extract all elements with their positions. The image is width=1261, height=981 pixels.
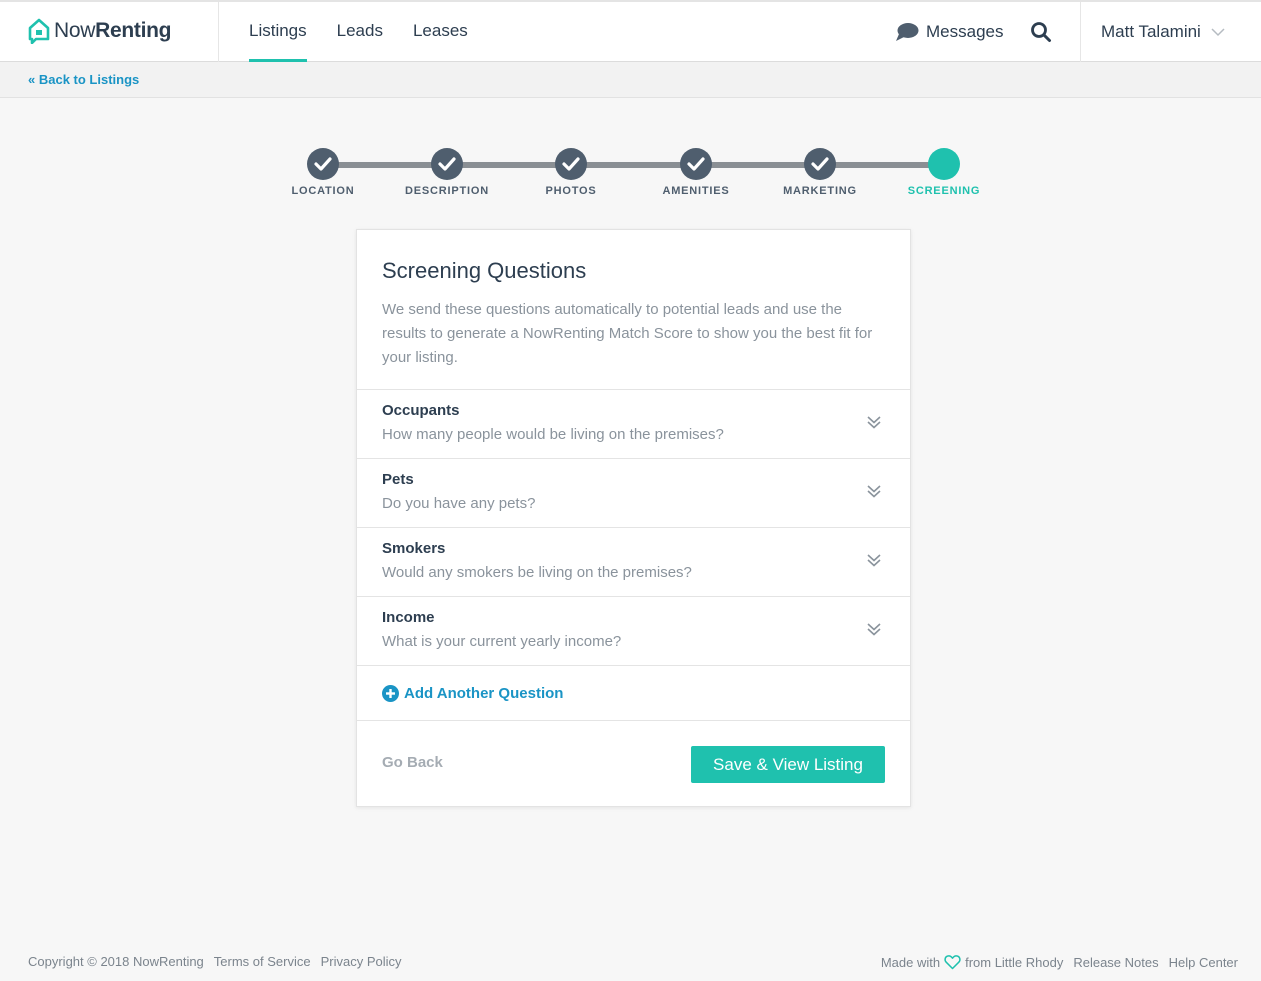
help-center-link[interactable]: Help Center <box>1169 955 1238 970</box>
question-title: Income <box>382 609 435 626</box>
nav-leads[interactable]: Leads <box>337 2 383 62</box>
question-title: Pets <box>382 471 414 488</box>
double-chevron-down-icon[interactable] <box>866 552 882 568</box>
footer-right: Made with from Little Rhody Release Note… <box>871 954 1238 970</box>
card-title: Screening Questions <box>382 258 587 283</box>
chat-bubble-icon <box>896 23 919 41</box>
card-description: We send these questions automatically to… <box>382 301 873 366</box>
question-text: What is your current yearly income? <box>382 633 622 650</box>
logo-icon <box>28 18 50 44</box>
double-chevron-down-icon[interactable] <box>866 621 882 637</box>
screening-card: Screening Questions We send these questi… <box>356 229 911 807</box>
question-text: How many people would be living on the p… <box>382 426 724 443</box>
step-photos[interactable]: PHOTOS <box>511 148 631 197</box>
step-label: LOCATION <box>291 185 355 197</box>
sub-bar: « Back to Listings <box>0 62 1261 98</box>
step-label: SCREENING <box>907 185 981 197</box>
brand-name: NowRenting <box>54 19 172 42</box>
footer-left: Copyright © 2018 NowRenting Terms of Ser… <box>28 954 412 969</box>
question-title: Occupants <box>382 402 460 419</box>
main-nav: Listings Leads Leases <box>249 2 498 62</box>
messages-label: Messages <box>926 22 1004 41</box>
add-question-label: Add Another Question <box>404 684 564 702</box>
top-header: NowRenting Listings Leads Leases Message… <box>0 0 1261 62</box>
terms-link[interactable]: Terms of Service <box>214 954 311 969</box>
question-row-occupants[interactable]: Occupants How many people would be livin… <box>357 390 910 459</box>
check-icon <box>314 157 332 171</box>
step-complete-marker <box>307 148 339 180</box>
step-label: DESCRIPTION <box>405 185 489 197</box>
chevron-down-icon <box>1211 27 1225 36</box>
copyright-text: Copyright © 2018 NowRenting <box>28 954 204 969</box>
user-name: Matt Talamini <box>1101 22 1201 41</box>
back-to-listings-link[interactable]: « Back to Listings <box>28 72 139 87</box>
double-chevron-down-icon[interactable] <box>866 483 882 499</box>
check-icon <box>438 157 456 171</box>
messages-button[interactable]: Messages <box>895 2 1003 62</box>
header-divider <box>218 2 219 62</box>
step-label: MARKETING <box>783 185 857 197</box>
save-view-listing-button[interactable]: Save & View Listing <box>691 746 885 783</box>
heart-icon <box>944 955 961 970</box>
step-complete-marker <box>555 148 587 180</box>
user-menu[interactable]: Matt Talamini <box>1101 2 1225 62</box>
step-complete-marker <box>431 148 463 180</box>
made-with-text: Made with from Little Rhody <box>871 954 1064 970</box>
double-chevron-down-icon[interactable] <box>866 414 882 430</box>
check-icon <box>687 157 705 171</box>
header-divider <box>1080 2 1081 62</box>
step-label: AMENITIES <box>662 185 730 197</box>
question-row-income[interactable]: Income What is your current yearly incom… <box>357 597 910 666</box>
progress-stepper: LOCATION DESCRIPTION PHOTOS AMENITIES MA… <box>0 148 1261 204</box>
brand-logo[interactable]: NowRenting <box>28 17 171 45</box>
check-icon <box>562 157 580 171</box>
step-marketing[interactable]: MARKETING <box>760 148 880 197</box>
card-footer: Go Back Save & View Listing <box>357 721 910 807</box>
made-with-label: Made with <box>880 954 941 970</box>
step-screening[interactable]: SCREENING <box>884 148 1004 197</box>
search-button[interactable] <box>1030 21 1052 43</box>
add-question-button[interactable]: Add Another Question <box>382 684 564 702</box>
privacy-link[interactable]: Privacy Policy <box>321 954 402 969</box>
question-text: Would any smokers be living on the premi… <box>382 564 692 581</box>
card-header: Screening Questions We send these questi… <box>357 230 910 390</box>
question-text: Do you have any pets? <box>382 495 536 512</box>
step-label: PHOTOS <box>545 185 597 197</box>
nav-listings[interactable]: Listings <box>249 2 307 62</box>
question-title: Smokers <box>382 540 446 557</box>
step-description[interactable]: DESCRIPTION <box>387 148 507 197</box>
question-row-smokers[interactable]: Smokers Would any smokers be living on t… <box>357 528 910 597</box>
question-row-pets[interactable]: Pets Do you have any pets? <box>357 459 910 528</box>
step-complete-marker <box>804 148 836 180</box>
release-notes-link[interactable]: Release Notes <box>1073 955 1158 970</box>
plus-circle-icon <box>382 684 399 702</box>
from-label: from Little Rhody <box>965 954 1064 970</box>
go-back-button[interactable]: Go Back <box>382 754 443 771</box>
add-question-row: Add Another Question <box>357 666 910 721</box>
step-location[interactable]: LOCATION <box>263 148 383 197</box>
step-complete-marker <box>680 148 712 180</box>
nav-leases[interactable]: Leases <box>413 2 468 62</box>
step-current-marker <box>928 148 960 180</box>
search-icon <box>1031 22 1051 42</box>
check-icon <box>811 157 829 171</box>
step-amenities[interactable]: AMENITIES <box>636 148 756 197</box>
